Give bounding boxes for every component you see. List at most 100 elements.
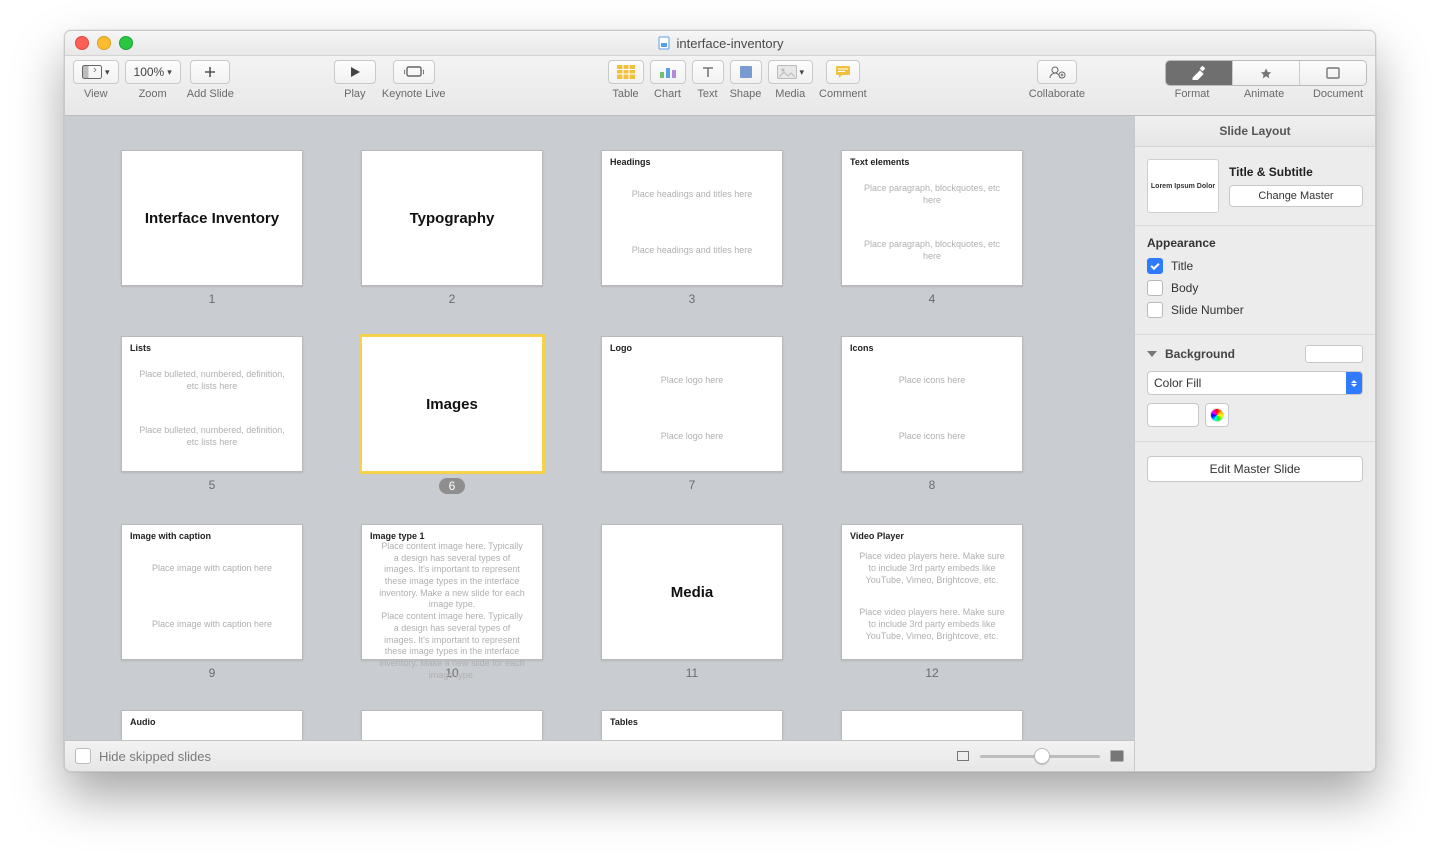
hide-skipped-checkbox[interactable]	[75, 748, 91, 764]
fill-type-select[interactable]: Color Fill	[1147, 371, 1363, 395]
slide-heading: Audio	[130, 717, 294, 727]
slide-number-checkbox-label: Slide Number	[1171, 303, 1244, 317]
slide-thumbnail[interactable]: LogoPlace logo herePlace logo here	[601, 336, 783, 472]
slide-number: 5	[209, 478, 216, 492]
color-picker-button[interactable]	[1205, 403, 1229, 427]
inspector-header: Slide Layout	[1135, 116, 1375, 147]
slide-body: Place logo here	[610, 353, 774, 409]
title-checkbox-label: Title	[1171, 259, 1193, 273]
table-label: Table	[612, 88, 638, 100]
view-button[interactable]: ▾	[73, 60, 119, 84]
slide-number: 11	[686, 666, 698, 680]
background-disclosure-icon[interactable]	[1147, 351, 1157, 357]
media-label: Media	[775, 88, 805, 100]
slide-title: Typography	[370, 157, 534, 279]
edit-master-slide-button[interactable]: Edit Master Slide	[1147, 456, 1363, 482]
slide-cell: LogoPlace logo herePlace logo here7	[601, 336, 783, 494]
titlebar: interface-inventory	[65, 31, 1375, 56]
slide-title: Media	[610, 531, 774, 653]
slide-thumbnail[interactable]: ListsPlace bulleted, numbered, definitio…	[121, 336, 303, 472]
slide-body: Place video players here. Make sure to i…	[850, 541, 1014, 597]
comment-button[interactable]	[826, 60, 860, 84]
slide-grid-canvas[interactable]: Interface Inventory 1 Typography 2 HeadingsP…	[65, 116, 1134, 771]
background-swatch[interactable]	[1305, 345, 1363, 363]
toolbar: ▾ View 100% ▾ Zoom Add Slide	[65, 56, 1375, 116]
slide-thumbnail[interactable]: Images	[361, 336, 543, 472]
insert-text-button[interactable]	[692, 60, 724, 84]
document-icon	[657, 36, 671, 50]
slide-heading: Video Player	[850, 531, 1014, 541]
slide-thumbnail[interactable]: Media	[601, 524, 783, 660]
slide-thumbnail[interactable]: Interface Inventory	[121, 150, 303, 286]
body-checkbox-label: Body	[1171, 281, 1198, 295]
slide-number: 6	[439, 478, 466, 494]
body-checkbox[interactable]	[1147, 280, 1163, 296]
insert-shape-button[interactable]	[730, 60, 762, 84]
master-thumbnail[interactable]: Lorem Ipsum Dolor	[1147, 159, 1219, 213]
insert-media-button[interactable]: ▾	[768, 60, 814, 84]
window-close-button[interactable]	[75, 36, 89, 50]
thumbnail-large-icon[interactable]	[1110, 749, 1124, 763]
animate-label: Animate	[1237, 88, 1291, 100]
slide-thumbnail[interactable]: Video PlayerPlace video players here. Ma…	[841, 524, 1023, 660]
slide-number: 2	[449, 292, 456, 306]
change-master-button[interactable]: Change Master	[1229, 185, 1363, 207]
view-label: View	[84, 88, 108, 100]
slide-body: Place logo here	[610, 409, 774, 465]
thumbnail-size-slider[interactable]	[980, 755, 1100, 758]
slide-thumbnail[interactable]: IconsPlace icons herePlace icons here	[841, 336, 1023, 472]
format-label: Format	[1165, 88, 1219, 100]
slide-body: Place content image here. Typically a de…	[370, 611, 534, 681]
play-button[interactable]	[334, 60, 376, 84]
slide-body: Place headings and titles here	[610, 167, 774, 223]
tab-format[interactable]	[1166, 61, 1233, 85]
text-label: Text	[697, 88, 717, 100]
slide-heading: Text elements	[850, 157, 1014, 167]
slide-cell: Image type 1Place content image here. Ty…	[361, 524, 543, 680]
inspector-tabs	[1165, 60, 1367, 86]
shape-label: Shape	[730, 88, 762, 100]
slide-number: 3	[689, 292, 696, 306]
insert-chart-button[interactable]	[650, 60, 686, 84]
keynote-live-button[interactable]	[393, 60, 435, 84]
slide-cell: Images 6	[361, 336, 543, 494]
play-label: Play	[344, 88, 365, 100]
slide-thumbnail[interactable]: Text elements Place paragraph, blockquote…	[841, 150, 1023, 286]
slide-thumbnail[interactable]: HeadingsPlace headings and titles herePl…	[601, 150, 783, 286]
slide-thumbnail[interactable]: Image type 1Place content image here. Ty…	[361, 524, 543, 660]
tab-document[interactable]	[1300, 61, 1366, 85]
background-color-well[interactable]	[1147, 403, 1199, 427]
window-title: interface-inventory	[677, 36, 784, 51]
slide-cell: HeadingsPlace headings and titles herePl…	[601, 150, 783, 306]
thumbnail-small-icon[interactable]	[956, 749, 970, 763]
slide-number: 1	[209, 292, 216, 306]
window-zoom-button[interactable]	[119, 36, 133, 50]
inspector-panel: Slide Layout Lorem Ipsum Dolor Title & S…	[1134, 116, 1375, 771]
canvas-footer: Hide skipped slides	[65, 740, 1134, 771]
collaborate-button[interactable]	[1037, 60, 1077, 84]
zoom-select[interactable]: 100% ▾	[125, 60, 181, 84]
insert-table-button[interactable]	[608, 60, 644, 84]
slide-number: 8	[929, 478, 936, 492]
master-name: Title & Subtitle	[1229, 165, 1363, 179]
slide-body: Place video players here. Make sure to i…	[850, 597, 1014, 653]
slide-number-checkbox[interactable]	[1147, 302, 1163, 318]
add-slide-button[interactable]	[190, 60, 230, 84]
slide-cell: Interface Inventory 1	[121, 150, 303, 306]
window-minimize-button[interactable]	[97, 36, 111, 50]
appearance-title: Appearance	[1147, 236, 1363, 250]
title-checkbox[interactable]	[1147, 258, 1163, 274]
slide-body: Place icons here	[850, 353, 1014, 409]
slide-body: Place image with caption here	[130, 597, 294, 653]
slide-body: Place paragraph, blockquotes, etc here	[850, 223, 1014, 279]
slide-number: 9	[209, 666, 216, 680]
slide-heading: Icons	[850, 343, 1014, 353]
slide-body: Place content image here. Typically a de…	[370, 541, 534, 611]
slide-heading: Image type 1	[370, 531, 534, 541]
slide-cell: Video PlayerPlace video players here. Ma…	[841, 524, 1023, 680]
slide-thumbnail[interactable]: Image with captionPlace image with capti…	[121, 524, 303, 660]
tab-animate[interactable]	[1233, 61, 1300, 85]
slide-thumbnail[interactable]: Typography	[361, 150, 543, 286]
slide-heading: Lists	[130, 343, 294, 353]
comment-label: Comment	[819, 88, 867, 100]
